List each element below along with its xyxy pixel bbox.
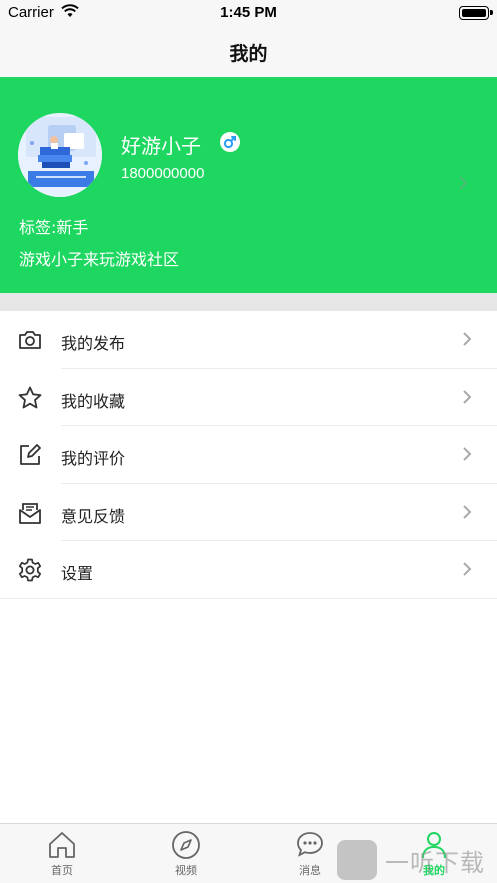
section-divider xyxy=(0,293,497,311)
watermark-logo-icon xyxy=(337,840,377,880)
battery-icon xyxy=(459,6,493,20)
menu-list: 我的发布 我的收藏 我的评价 意见反馈 设置 xyxy=(0,311,497,599)
menu-item-label: 设置 xyxy=(61,564,94,584)
chevron-right-icon xyxy=(463,389,472,404)
watermark-text: 一听下载 xyxy=(385,849,485,877)
tab-label: 首页 xyxy=(51,864,73,877)
mail-icon xyxy=(19,502,41,524)
user-intro: 游戏小子来玩游戏社区 xyxy=(19,250,180,269)
status-time: 1:45 PM xyxy=(220,4,277,21)
avatar-illustration xyxy=(18,113,102,197)
menu-item-my-posts[interactable]: 我的发布 xyxy=(0,311,497,369)
status-bar: Carrier 1:45 PM xyxy=(0,0,497,26)
nav-bar: 我的 xyxy=(0,26,497,77)
menu-item-label: 我的收藏 xyxy=(61,391,126,411)
menu-item-favorites[interactable]: 我的收藏 xyxy=(0,368,497,427)
male-icon xyxy=(220,132,240,152)
user-tag: 标签:新手 xyxy=(19,218,89,237)
chevron-right-icon xyxy=(463,505,472,519)
tab-video[interactable]: 视频 xyxy=(156,830,216,878)
menu-item-label: 意见反馈 xyxy=(61,506,126,526)
menu-item-feedback[interactable]: 意见反馈 xyxy=(0,483,497,542)
user-nickname: 好游小子 xyxy=(121,134,201,158)
menu-item-settings[interactable]: 设置 xyxy=(0,541,497,599)
tab-home[interactable]: 首页 xyxy=(32,830,92,878)
chevron-right-icon xyxy=(463,562,472,577)
chat-icon xyxy=(297,832,323,857)
home-icon xyxy=(49,832,75,858)
menu-item-reviews[interactable]: 我的评价 xyxy=(0,426,497,484)
menu-item-label: 我的评价 xyxy=(61,449,126,469)
avatar[interactable] xyxy=(18,113,102,197)
chevron-right-icon xyxy=(463,332,472,346)
tab-label: 消息 xyxy=(299,864,321,877)
divider xyxy=(0,597,497,599)
edit-icon xyxy=(20,444,41,466)
star-icon xyxy=(18,386,42,408)
profile-card[interactable]: 好游小子 1800000000 标签:新手 游戏小子来玩游戏社区 xyxy=(0,77,497,293)
tab-messages[interactable]: 消息 xyxy=(280,830,340,878)
chevron-right-icon xyxy=(459,176,468,190)
camera-icon xyxy=(19,331,41,349)
page-title: 我的 xyxy=(229,43,268,65)
tab-label: 视频 xyxy=(175,864,197,877)
menu-item-label: 我的发布 xyxy=(61,334,126,353)
chevron-right-icon xyxy=(463,447,472,461)
user-phone: 1800000000 xyxy=(121,165,205,182)
compass-icon xyxy=(172,831,200,859)
gear-icon xyxy=(18,559,42,582)
watermark: 一听下载 xyxy=(337,838,497,883)
